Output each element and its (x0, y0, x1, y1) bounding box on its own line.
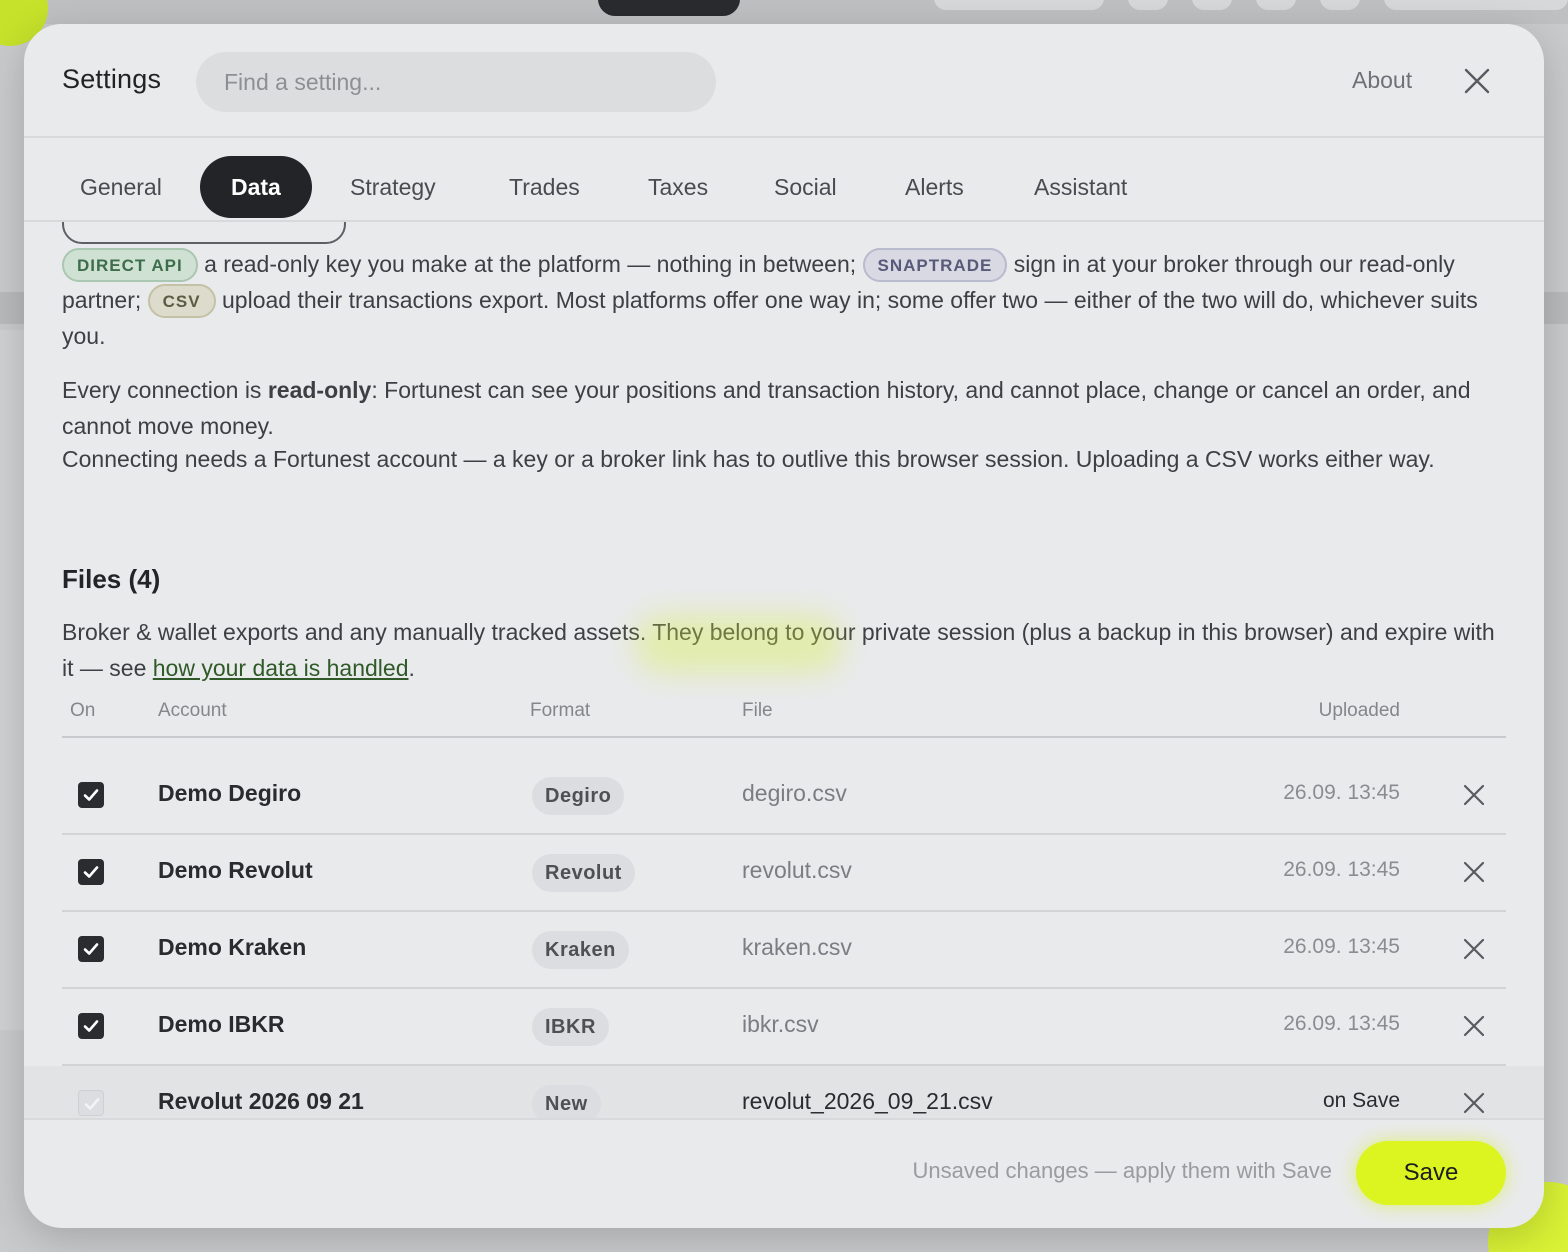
data-tab-content: DIRECT API a read-only key you make at t… (24, 222, 1544, 1118)
tab-data[interactable]: Data (200, 156, 312, 218)
enable-checkbox[interactable] (78, 782, 104, 808)
account-note: Connecting needs a Fortunest account — a… (62, 446, 1435, 472)
remove-file-icon[interactable] (1462, 783, 1486, 807)
account-name: Demo Degiro (158, 780, 302, 806)
checkmark-icon (83, 943, 99, 955)
enable-checkbox-disabled (78, 1090, 104, 1116)
unsaved-changes-text: Unsaved changes — apply them with Save (912, 1158, 1332, 1183)
files-heading: Files (4) (62, 564, 161, 594)
checkmark-icon (83, 789, 99, 801)
direct-api-text: a read-only key you make at the platform… (204, 251, 857, 277)
account-name: Revolut 2026 09 21 (158, 1088, 364, 1114)
snaptrade-badge: SNAPTRADE (862, 248, 1008, 282)
file-name: kraken.csv (742, 934, 852, 960)
close-icon[interactable] (1462, 66, 1492, 96)
connection-methods-text: DIRECT API a read-only key you make at t… (62, 246, 1512, 354)
direct-api-badge: DIRECT API (62, 248, 198, 282)
format-badge: Degiro (532, 777, 625, 815)
background-dark-pill (598, 0, 740, 16)
enable-checkbox[interactable] (78, 1013, 104, 1039)
tab-taxes[interactable]: Taxes (648, 156, 708, 218)
files-table-header: On Account Format File Uploaded (62, 700, 1506, 738)
remove-file-icon[interactable] (1462, 1091, 1486, 1115)
modal-title: Settings (62, 64, 162, 94)
col-account: Account (158, 700, 227, 721)
checkmark-icon (83, 1020, 99, 1032)
read-only-note-pre: Every connection is (62, 377, 262, 403)
settings-tabs: General Data Strategy Trades Taxes Socia… (24, 138, 1544, 222)
settings-modal: Settings About General Data Strategy Tra… (24, 24, 1544, 1228)
account-name: Demo IBKR (158, 1011, 285, 1037)
tab-alerts[interactable]: Alerts (905, 156, 964, 218)
file-name: ibkr.csv (742, 1011, 819, 1037)
table-row: Demo Degiro Degiro degiro.csv 26.09. 13:… (62, 758, 1506, 835)
data-handling-link[interactable]: how your data is handled (153, 655, 409, 681)
account-name: Demo Kraken (158, 934, 307, 960)
table-row: Demo IBKR IBKR ibkr.csv 26.09. 13:45 (62, 989, 1506, 1066)
col-uploaded: Uploaded (1318, 700, 1400, 721)
file-name: revolut.csv (742, 857, 852, 883)
enable-checkbox[interactable] (78, 859, 104, 885)
tab-social[interactable]: Social (774, 156, 837, 218)
files-description-end: . (408, 655, 415, 681)
background-pill (934, 0, 1104, 10)
save-button[interactable]: Save (1356, 1141, 1506, 1205)
table-row: Demo Revolut Revolut revolut.csv 26.09. … (62, 835, 1506, 912)
table-row: Demo Kraken Kraken kraken.csv 26.09. 13:… (62, 912, 1506, 989)
file-name: degiro.csv (742, 780, 847, 806)
file-name: revolut_2026_09_21.csv (742, 1088, 993, 1114)
account-name: Demo Revolut (158, 857, 313, 883)
highlight-glow (634, 614, 844, 674)
col-on: On (70, 700, 96, 721)
col-file: File (742, 700, 773, 721)
modal-header: Settings About (24, 24, 1544, 138)
tab-trades[interactable]: Trades (509, 156, 580, 218)
scrolled-off-button[interactable] (62, 222, 346, 244)
uploaded-time: 26.09. 13:45 (1283, 858, 1400, 881)
about-link[interactable]: About (1352, 67, 1412, 94)
read-only-emphasis: read-only (267, 377, 372, 403)
remove-file-icon[interactable] (1462, 1014, 1486, 1038)
enable-checkbox[interactable] (78, 936, 104, 962)
checkmark-icon (84, 1098, 100, 1110)
uploaded-time: 26.09. 13:45 (1283, 781, 1400, 804)
read-only-note: Every connection is read-only: Fortunest… (62, 372, 1512, 444)
uploaded-time: on Save (1322, 1089, 1400, 1112)
remove-file-icon[interactable] (1462, 937, 1486, 961)
format-badge: IBKR (532, 1008, 609, 1046)
background-pill (1384, 0, 1568, 10)
format-badge: New (532, 1085, 601, 1118)
tab-general[interactable]: General (80, 156, 162, 218)
settings-search-input[interactable] (196, 52, 716, 112)
format-badge: Kraken (532, 931, 629, 969)
table-row-pending: Revolut 2026 09 21 New revolut_2026_09_2… (24, 1066, 1544, 1118)
uploaded-time: 26.09. 13:45 (1283, 1012, 1400, 1035)
tab-assistant[interactable]: Assistant (1034, 156, 1127, 218)
remove-file-icon[interactable] (1462, 860, 1486, 884)
tab-strategy[interactable]: Strategy (350, 156, 436, 218)
uploaded-time: 26.09. 13:45 (1283, 935, 1400, 958)
col-format: Format (530, 700, 591, 721)
csv-text: upload their transactions export. Most p… (62, 287, 1478, 349)
format-badge: Revolut (532, 854, 635, 892)
csv-badge: CSV (147, 284, 216, 318)
checkmark-icon (83, 866, 99, 878)
modal-footer: Unsaved changes — apply them with Save S… (24, 1118, 1544, 1228)
